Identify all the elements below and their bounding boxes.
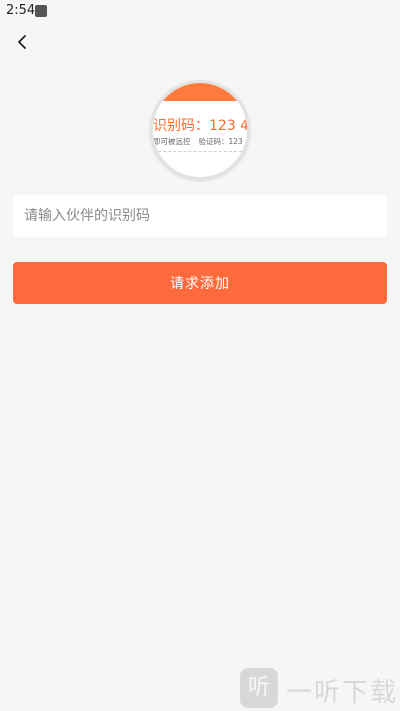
back-button[interactable] (8, 28, 36, 56)
watermark-logo: 听 (240, 668, 278, 708)
chevron-left-icon (18, 35, 26, 49)
illustration-divider (153, 151, 247, 152)
partner-id-input[interactable] (13, 195, 387, 237)
illustration-code-text: 识别码：123 45 (153, 118, 250, 134)
illustration-sub-left: 即可被远控 (153, 137, 191, 146)
partner-id-illustration: 识别码：123 45 即可被远控 验证码：123 (150, 80, 250, 180)
notification-icon (35, 5, 47, 17)
request-add-button[interactable]: 请求添加 (13, 262, 387, 304)
status-time: 2:54 (6, 3, 36, 18)
add-partner-screen: 2:54 识别码：123 45 即可被远控验证码：123 请求添加 听 一听下载 (0, 0, 400, 711)
illustration-header-bar (153, 83, 247, 101)
status-bar: 2:54 (0, 0, 400, 22)
watermark-text: 一听下载 (286, 678, 399, 708)
illustration-sub-right: 验证码：123 (198, 137, 243, 146)
illustration-sub-text: 即可被远控 验证码：123 (153, 136, 243, 147)
